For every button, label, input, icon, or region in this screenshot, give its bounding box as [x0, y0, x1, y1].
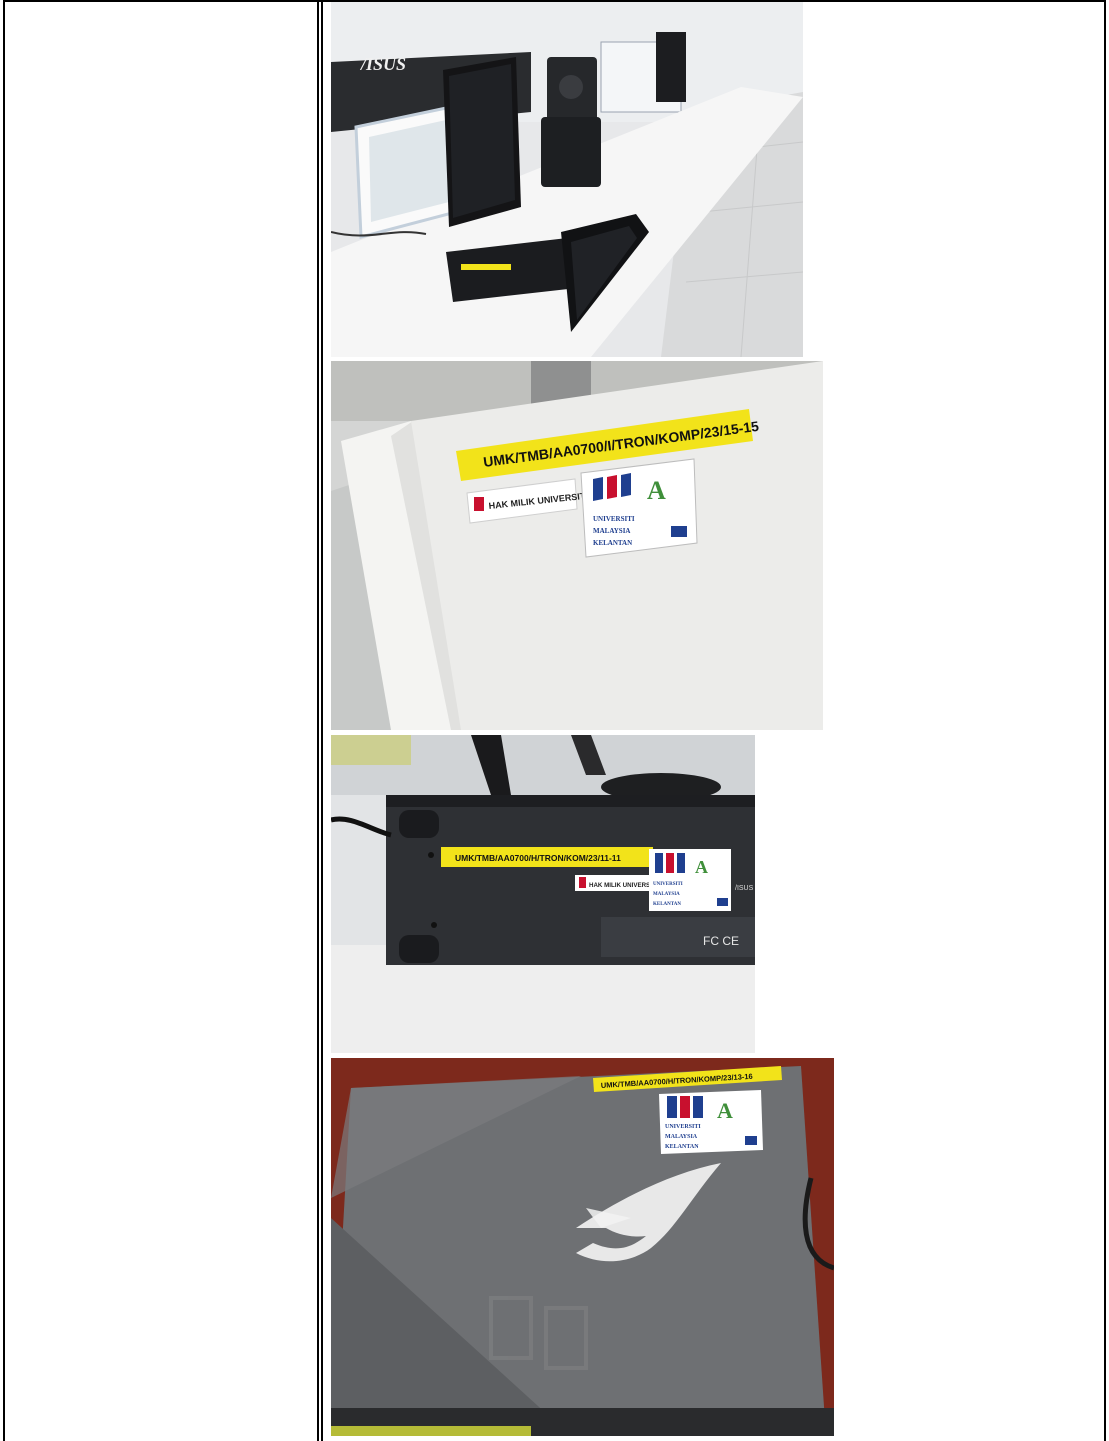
photo-pc-front: UMK/TMB/AA0700/H/TRON/KOM/23/11-11 HAK M… — [331, 735, 755, 1053]
umk-logo-line-2: MALAYSIA — [593, 527, 630, 535]
umk-logo-line-2: MALAYSIA — [665, 1134, 698, 1140]
asus-monitor-logo: /ISUS — [359, 54, 406, 74]
angel-logo: A — [717, 1098, 733, 1123]
asus-product-label: /ISUS — [735, 885, 754, 892]
ownership-label: HAK MILIK UNIVERSITI — [589, 882, 658, 889]
umk-logo-line-3: KELANTAN — [593, 539, 632, 547]
umk-logo-line-3: KELANTAN — [653, 902, 681, 907]
empty-left-cell — [5, 2, 317, 1441]
table-column-divider — [317, 0, 319, 1441]
umk-logo-line-3: KELANTAN — [665, 1144, 699, 1150]
umk-logo-line-1: UNIVERSITI — [665, 1124, 701, 1130]
eu-flag-icon — [717, 898, 728, 906]
photo-desktop-lab: /ISUS — [331, 2, 803, 357]
document-table: /ISUS UMK/TMB/AA0700/I/TRON/KOMP/23/15-1… — [0, 0, 1109, 1441]
umk-logo-line-2: MALAYSIA — [653, 892, 680, 897]
umk-logo-line-1: UNIVERSITI — [653, 882, 683, 887]
photo-chassis-side: UMK/TMB/AA0700/I/TRON/KOMP/23/15-15 HAK … — [331, 361, 823, 730]
certification-marks: FC CE — [703, 934, 739, 948]
photo-laptop-lid: UMK/TMB/AA0700/H/TRON/KOMP/23/13-16 UNIV… — [331, 1058, 834, 1436]
table-right-border — [1104, 0, 1106, 1441]
umk-logo-line-1: UNIVERSITI — [593, 515, 635, 523]
angel-logo: A — [647, 476, 666, 505]
asset-tag-label: UMK/TMB/AA0700/H/TRON/KOM/23/11-11 — [455, 853, 621, 863]
table-inner-divider — [321, 0, 323, 1441]
eu-flag-icon — [745, 1136, 757, 1145]
angel-logo: A — [695, 857, 708, 877]
eu-flag-icon — [671, 526, 687, 537]
